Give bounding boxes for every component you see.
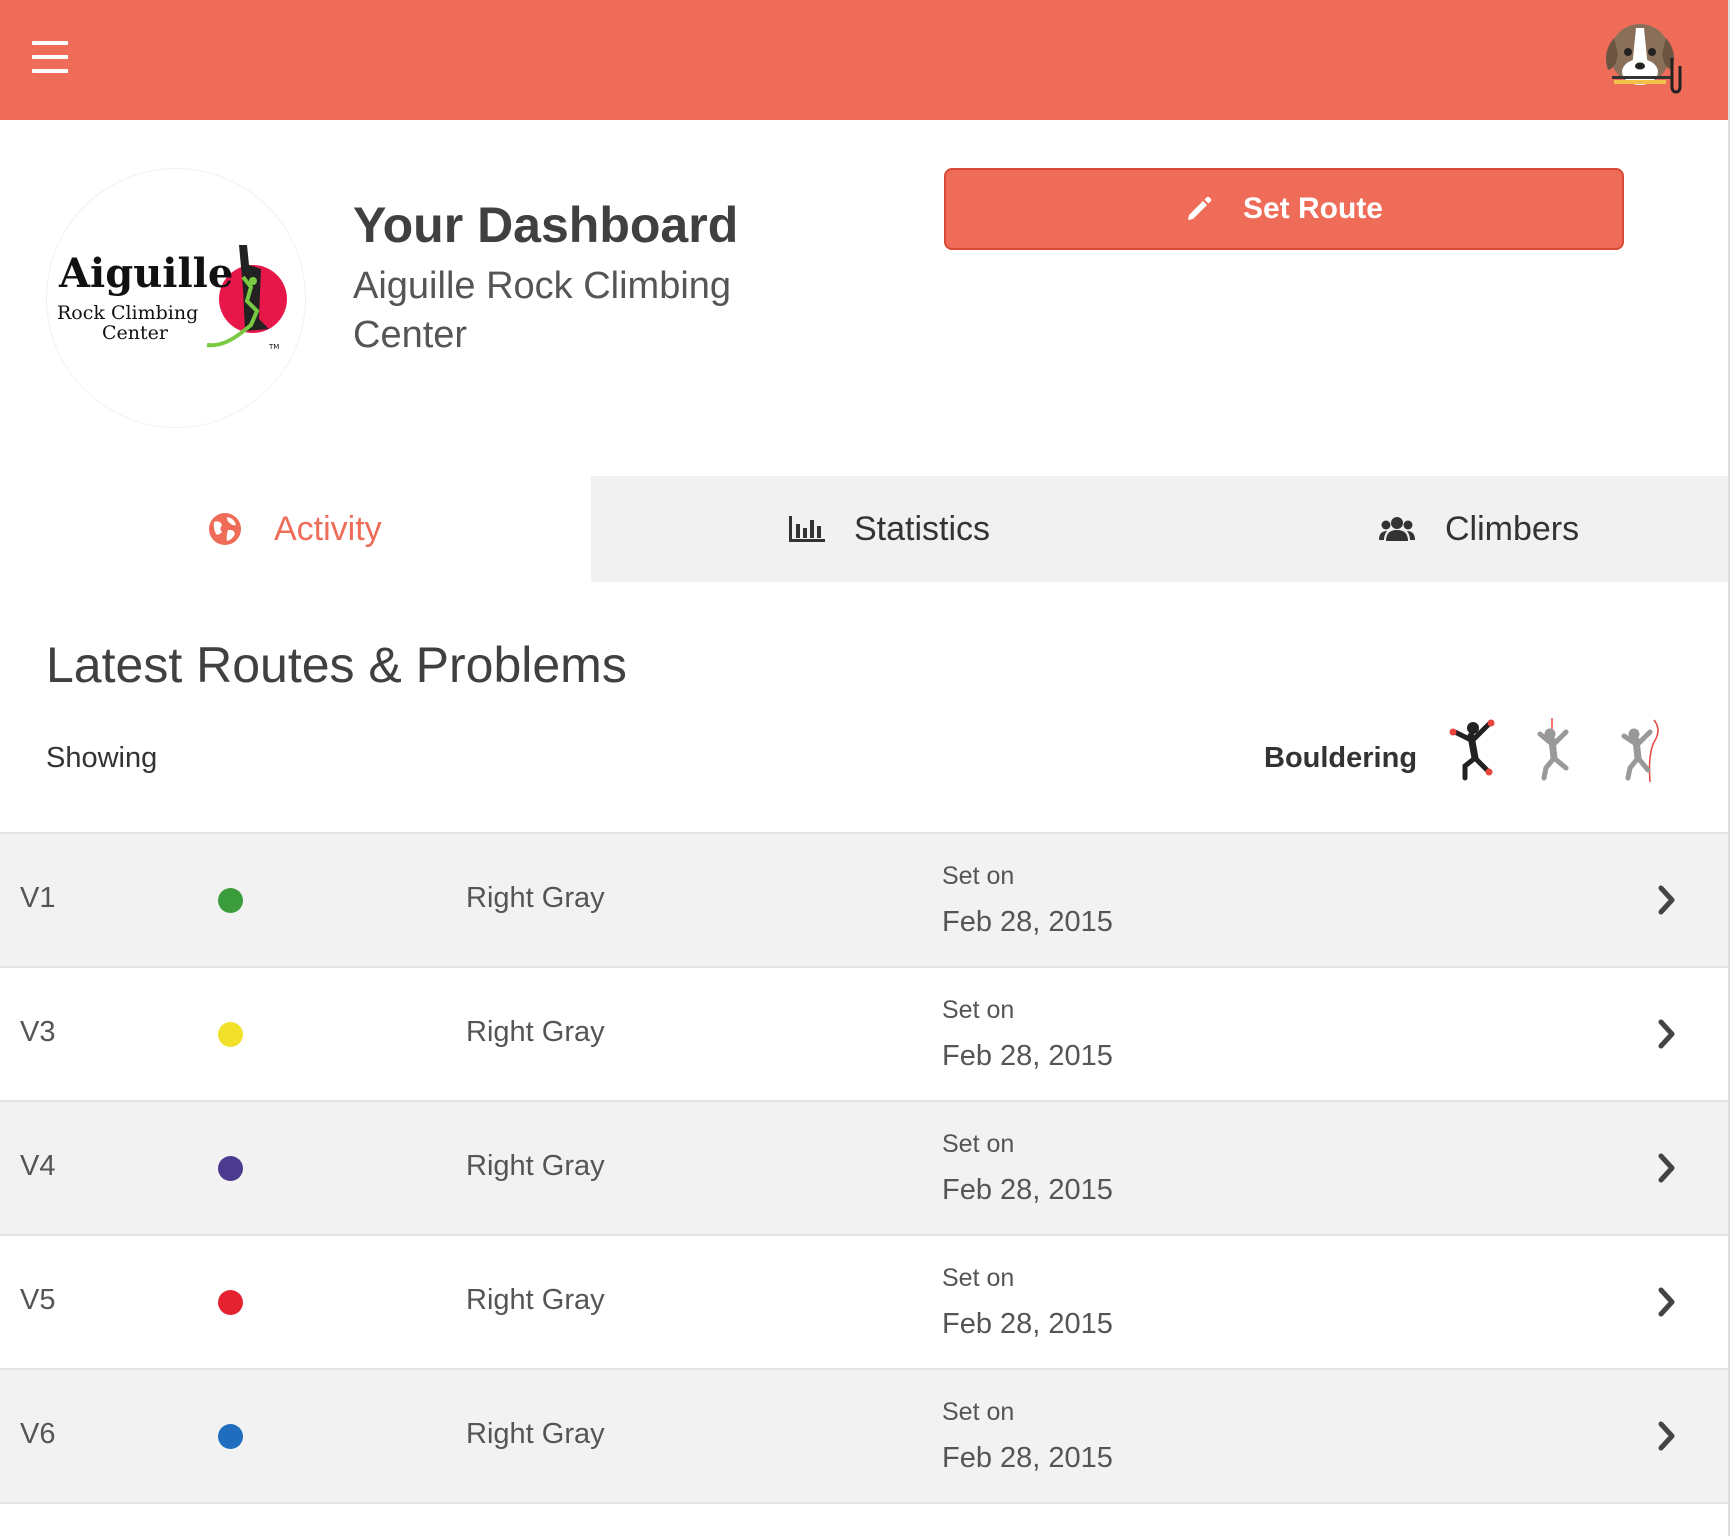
- tab-activity[interactable]: Activity: [0, 476, 591, 582]
- route-row[interactable]: V3 Right Gray Set on Feb 28, 2015: [0, 968, 1728, 1102]
- pencil-icon: [1187, 196, 1212, 220]
- gym-logo: Aiguille Rock Climbing Center TM: [46, 168, 306, 428]
- tab-climbers[interactable]: Climbers: [1191, 476, 1728, 582]
- route-set-label: Set on: [942, 1398, 1015, 1426]
- route-set-date: Feb 28, 2015: [942, 906, 1113, 938]
- users-icon: [1379, 517, 1415, 541]
- route-wall: Right Gray: [466, 1418, 605, 1450]
- route-grade: V1: [20, 882, 56, 914]
- route-wall: Right Gray: [466, 1284, 605, 1316]
- route-row[interactable]: V1 Right Gray Set on Feb 28, 2015: [0, 834, 1728, 968]
- chevron-right-icon[interactable]: [1656, 1286, 1678, 1318]
- route-set-date: Feb 28, 2015: [942, 1442, 1113, 1474]
- menu-bar-line: [32, 41, 68, 45]
- menu-bar-line: [32, 69, 68, 73]
- tab-activity-label: Activity: [274, 509, 382, 548]
- route-color-dot: [218, 1290, 243, 1315]
- set-route-button[interactable]: Set Route: [944, 168, 1624, 250]
- route-color-dot: [218, 888, 243, 913]
- route-color-dot: [218, 1022, 243, 1047]
- logo-trademark-text: TM: [268, 343, 279, 351]
- page-title: Your Dashboard: [353, 197, 739, 253]
- section-title: Latest Routes & Problems: [46, 637, 627, 693]
- bouldering-climber-icon[interactable]: [1443, 718, 1499, 784]
- hamburger-menu-icon[interactable]: [30, 40, 70, 76]
- route-set-date: Feb 28, 2015: [942, 1040, 1113, 1072]
- route-wall: Right Gray: [466, 1016, 605, 1048]
- route-row[interactable]: V6 Right Gray Set on Feb 28, 2015: [0, 1370, 1728, 1504]
- route-row[interactable]: V4 Right Gray Set on Feb 28, 2015: [0, 1102, 1728, 1236]
- chevron-right-icon[interactable]: [1656, 1152, 1678, 1184]
- menu-bar-line: [32, 55, 68, 59]
- route-row[interactable]: V5 Right Gray Set on Feb 28, 2015: [0, 1236, 1728, 1370]
- globe-icon: [209, 513, 241, 545]
- route-set-label: Set on: [942, 862, 1015, 890]
- gym-name-subtitle: Aiguille Rock Climbing Center: [353, 265, 732, 356]
- route-list: V1 Right Gray Set on Feb 28, 2015 V3 Rig…: [0, 832, 1728, 1504]
- route-set-label: Set on: [942, 996, 1015, 1024]
- dog-avatar-icon[interactable]: [1600, 18, 1686, 94]
- top-rope-climber-icon[interactable]: [1526, 718, 1582, 784]
- chevron-right-icon[interactable]: [1656, 1018, 1678, 1050]
- tab-statistics-label: Statistics: [854, 509, 991, 548]
- chevron-right-icon[interactable]: [1656, 884, 1678, 916]
- logo-line1-text: Rock Climbing: [57, 302, 198, 324]
- route-color-dot: [218, 1424, 243, 1449]
- logo-name-text: Aiguille: [58, 250, 233, 297]
- route-color-dot: [218, 1156, 243, 1181]
- showing-label: Showing: [46, 742, 158, 774]
- logo-line2-text: Center: [102, 322, 169, 344]
- chevron-right-icon[interactable]: [1656, 1420, 1678, 1452]
- dashboard-tabs: Activity Statistics Climbers: [0, 476, 1728, 582]
- route-set-label: Set on: [942, 1264, 1015, 1292]
- route-set-date: Feb 28, 2015: [942, 1174, 1113, 1206]
- route-wall: Right Gray: [466, 1150, 605, 1182]
- bar-chart-icon: [789, 516, 825, 542]
- route-wall: Right Gray: [466, 882, 605, 914]
- route-grade: V6: [20, 1418, 56, 1450]
- gym-logo-graphic: Aiguille Rock Climbing Center TM: [57, 245, 287, 351]
- filter-type-label: Bouldering: [1264, 742, 1418, 774]
- top-bar: [0, 0, 1728, 120]
- set-route-label: Set Route: [1242, 192, 1383, 225]
- route-set-date: Feb 28, 2015: [942, 1308, 1113, 1340]
- route-grade: V5: [20, 1284, 56, 1316]
- route-set-label: Set on: [942, 1130, 1015, 1158]
- app-root: Aiguille Rock Climbing Center TM Your Da…: [0, 0, 1730, 1536]
- lead-climber-icon[interactable]: [1610, 718, 1666, 784]
- tab-statistics[interactable]: Statistics: [591, 476, 1191, 582]
- route-grade: V4: [20, 1150, 56, 1182]
- tab-climbers-label: Climbers: [1445, 509, 1580, 548]
- route-grade: V3: [20, 1016, 56, 1048]
